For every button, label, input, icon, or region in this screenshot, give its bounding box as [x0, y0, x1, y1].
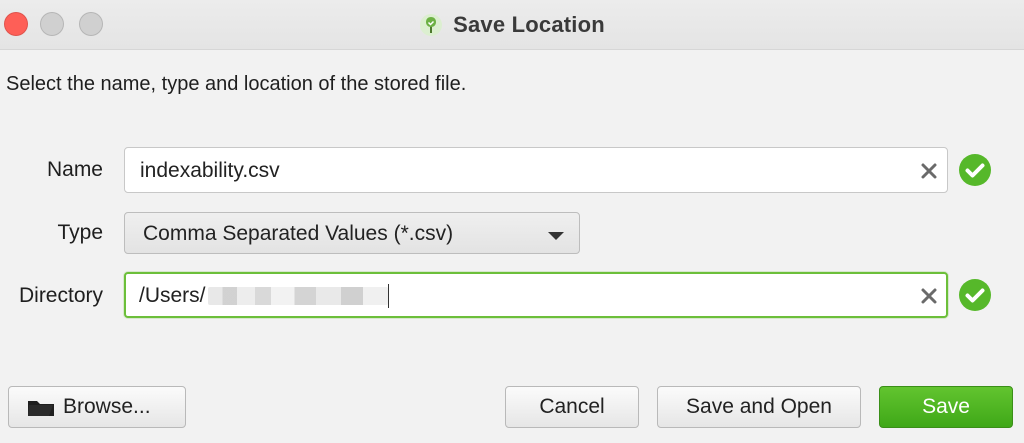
- name-valid-check-icon: [958, 153, 992, 187]
- app-tree-icon: [419, 13, 443, 37]
- save-button[interactable]: Save: [879, 386, 1013, 428]
- name-input[interactable]: indexability.csv: [124, 147, 948, 193]
- type-label: Type: [57, 221, 103, 244]
- file-type-select[interactable]: Comma Separated Values (*.csv): [124, 212, 580, 254]
- name-input-value: indexability.csv: [140, 159, 280, 182]
- clear-directory-icon[interactable]: [919, 286, 939, 306]
- cancel-button[interactable]: Cancel: [505, 386, 639, 428]
- directory-prefix-text: /Users/: [139, 284, 206, 307]
- save-location-dialog: Save Location Select the name, type and …: [0, 0, 1024, 443]
- directory-label: Directory: [18, 284, 103, 307]
- save-button-label: Save: [922, 395, 970, 418]
- window-title: Save Location: [453, 12, 605, 37]
- save-and-open-button[interactable]: Save and Open: [657, 386, 861, 428]
- browse-button[interactable]: Browse...: [8, 386, 186, 428]
- chevron-down-icon: [547, 229, 565, 241]
- save-and-open-button-label: Save and Open: [686, 395, 832, 418]
- name-label: Name: [46, 158, 103, 181]
- file-type-value: Comma Separated Values (*.csv): [143, 222, 454, 245]
- window-title-wrap: Save Location: [0, 0, 1024, 50]
- browse-button-label: Browse...: [63, 395, 151, 418]
- cancel-button-label: Cancel: [539, 395, 605, 418]
- instruction-text: Select the name, type and location of th…: [6, 73, 467, 95]
- directory-input[interactable]: /Users/: [124, 272, 948, 318]
- directory-input-value: /Users/: [139, 284, 389, 309]
- directory-valid-check-icon: [958, 278, 992, 312]
- clear-name-icon[interactable]: [919, 161, 939, 181]
- folder-icon: [27, 396, 55, 418]
- redacted-directory-path: [207, 287, 388, 306]
- text-caret: [387, 284, 389, 309]
- title-bar: Save Location: [0, 0, 1024, 50]
